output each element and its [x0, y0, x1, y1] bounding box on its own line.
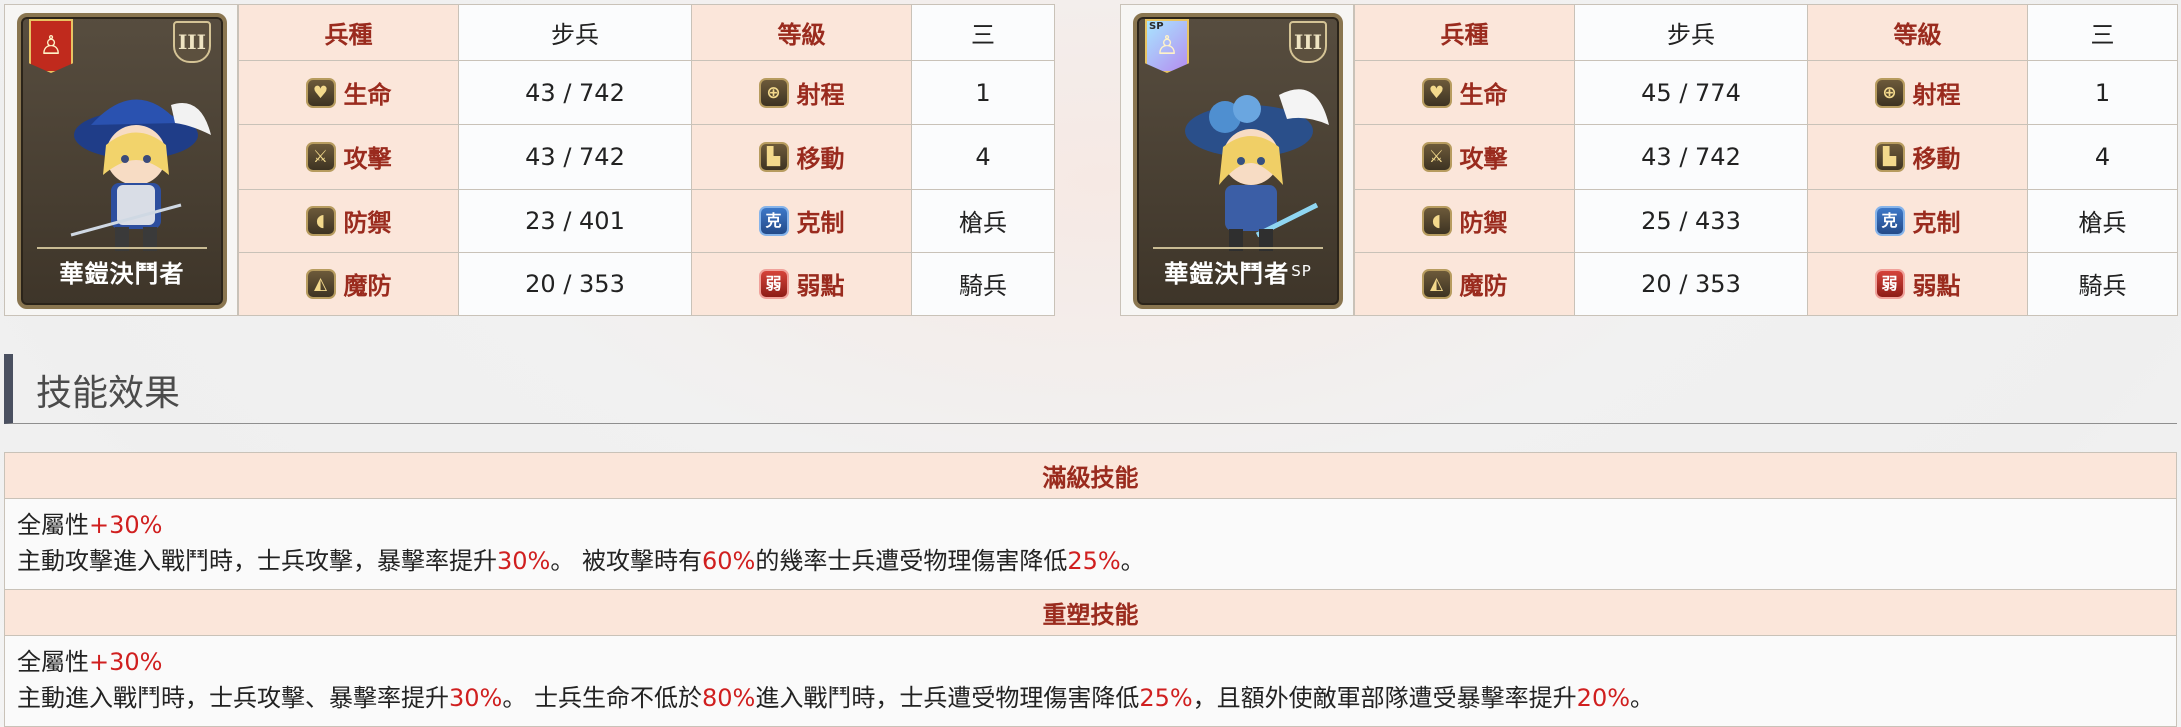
- weakness-icon: 弱: [1874, 268, 1905, 299]
- unit-name-sp: SP: [1291, 262, 1312, 280]
- label-counter: 克克制: [691, 188, 912, 253]
- unit-card-2: 華鎧決鬥者 SP ♙ SP III 兵種 步兵 等級 三 ♥ 生命 45 / 774…: [1120, 3, 2178, 317]
- value-def: 25 / 433: [1574, 188, 1808, 253]
- magic-defense-icon: ◭: [305, 268, 336, 299]
- label-hp: ♥ 生命: [238, 60, 459, 126]
- section-title: 技能效果: [36, 373, 181, 414]
- unit-portrait-card[interactable]: 華鎧決鬥者 SP ♙ SP III: [1120, 4, 1354, 316]
- sword-icon: ⚔: [305, 141, 336, 172]
- unit-card-1: 華鎧決鬥者 ♙ III 兵種 步兵 等級 三 ♥ 生命 43 / 742 ⊕ 射程 …: [4, 3, 1055, 317]
- character-illustration: [1185, 89, 1329, 251]
- value-counter: 槍兵: [2027, 188, 2178, 253]
- rank-badge-icon: III: [1289, 21, 1327, 63]
- label-def: ◖ 防禦: [1354, 188, 1575, 253]
- value-move: 4: [911, 124, 1055, 190]
- label-def: ◖ 防禦: [238, 188, 459, 253]
- weakness-icon: 弱: [758, 268, 789, 299]
- counter-icon: 克: [1874, 205, 1905, 236]
- label-move: ▙ 移動: [691, 124, 912, 190]
- skill-title: 滿級技能: [4, 452, 2177, 499]
- value-hp: 45 / 774: [1574, 60, 1808, 126]
- label-weak: 弱弱點: [691, 251, 912, 317]
- skill-line: 全屬性+30%: [17, 648, 163, 676]
- value-atk: 43 / 742: [1574, 124, 1808, 190]
- boot-icon: ▙: [758, 141, 789, 172]
- unit-name: 華鎧決鬥者 SP: [1153, 247, 1323, 293]
- sword-icon: ⚔: [1421, 141, 1452, 172]
- value-atk: 43 / 742: [458, 124, 692, 190]
- label-hp: ♥ 生命: [1354, 60, 1575, 126]
- label-range: ⊕ 射程: [1807, 60, 2028, 126]
- skill-description: 全屬性+30% 主動進入戰鬥時，士兵攻擊、暴擊率提升30%。 士兵生命不低於80…: [4, 635, 2177, 727]
- value-counter: 槍兵: [911, 188, 1055, 253]
- label-weak: 弱弱點: [1807, 251, 2028, 317]
- label-level: 等級: [691, 3, 912, 62]
- magic-defense-icon: ◭: [1421, 268, 1452, 299]
- rank-badge-icon: III: [173, 21, 211, 63]
- value-type: 步兵: [1574, 3, 1808, 62]
- sp-badge: SP: [1149, 21, 1164, 32]
- value-level: 三: [911, 3, 1055, 62]
- unit-name: 華鎧決鬥者: [37, 247, 207, 293]
- label-mdef: ◭ 魔防: [1354, 251, 1575, 317]
- skill-line: 主動進入戰鬥時，士兵攻擊、暴擊率提升30%。 士兵生命不低於80%進入戰鬥時，士…: [17, 684, 1655, 712]
- value-weak: 騎兵: [911, 251, 1055, 317]
- faction-badge-icon: ♙: [29, 19, 73, 73]
- unit-name-text: 華鎧決鬥者: [59, 259, 185, 288]
- value-type: 步兵: [458, 3, 692, 62]
- heart-icon: ♥: [1421, 77, 1452, 108]
- label-range: ⊕ 射程: [691, 60, 912, 126]
- value-weak: 騎兵: [2027, 251, 2178, 317]
- value-range: 1: [911, 60, 1055, 126]
- value-range: 1: [2027, 60, 2178, 126]
- value-mdef: 20 / 353: [458, 251, 692, 317]
- unit-name-text: 華鎧決鬥者: [1164, 259, 1290, 288]
- value-level: 三: [2027, 3, 2178, 62]
- label-move: ▙ 移動: [1807, 124, 2028, 190]
- value-move: 4: [2027, 124, 2178, 190]
- shield-icon: ◖: [1421, 205, 1452, 236]
- skill-title: 重塑技能: [4, 589, 2177, 636]
- boot-icon: ▙: [1874, 141, 1905, 172]
- section-heading: 技能效果: [4, 354, 2177, 424]
- value-mdef: 20 / 353: [1574, 251, 1808, 317]
- heart-icon: ♥: [305, 77, 336, 108]
- skill-line: 全屬性+30%: [17, 511, 163, 539]
- label-mdef: ◭ 魔防: [238, 251, 459, 317]
- label-level: 等級: [1807, 3, 2028, 62]
- skills-table: 滿級技能 全屬性+30% 主動攻擊進入戰鬥時，士兵攻擊，暴擊率提升30%。 被攻…: [4, 452, 2177, 727]
- label-type: 兵種: [238, 3, 459, 62]
- value-def: 23 / 401: [458, 188, 692, 253]
- unit-stats-table: 兵種 步兵 等級 三 ♥ 生命 43 / 742 ⊕ 射程 1 ⚔ 攻擊 43 / 7…: [238, 3, 1055, 317]
- unit-portrait-card[interactable]: 華鎧決鬥者 ♙ III: [4, 4, 238, 316]
- range-target-icon: ⊕: [1874, 77, 1905, 108]
- value-hp: 43 / 742: [458, 60, 692, 126]
- character-illustration: [70, 99, 211, 251]
- skill-description: 全屬性+30% 主動攻擊進入戰鬥時，士兵攻擊，暴擊率提升30%。 被攻擊時有60…: [4, 498, 2177, 590]
- label-atk: ⚔ 攻擊: [1354, 124, 1575, 190]
- skill-line: 主動攻擊進入戰鬥時，士兵攻擊，暴擊率提升30%。 被攻擊時有60%的幾率士兵遭受…: [17, 547, 1145, 575]
- range-target-icon: ⊕: [758, 77, 789, 108]
- unit-stats-table: 兵種 步兵 等級 三 ♥ 生命 45 / 774 ⊕ 射程 1 ⚔ 攻擊 43 / 7…: [1354, 3, 2178, 317]
- label-type: 兵種: [1354, 3, 1575, 62]
- counter-icon: 克: [758, 205, 789, 236]
- label-atk: ⚔ 攻擊: [238, 124, 459, 190]
- shield-icon: ◖: [305, 205, 336, 236]
- label-counter: 克克制: [1807, 188, 2028, 253]
